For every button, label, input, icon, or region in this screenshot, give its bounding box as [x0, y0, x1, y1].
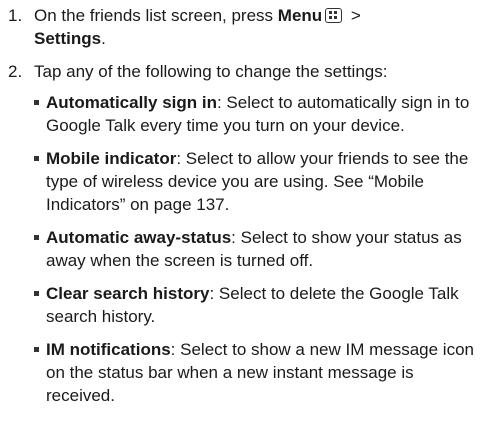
bullet-icon [34, 235, 39, 240]
step-2: 2. Tap any of the following to change th… [8, 60, 477, 407]
settings-label: Settings [34, 29, 102, 48]
step-1-text: On the friends list screen, press Menu >… [34, 6, 361, 48]
setting-label: Mobile indicator [46, 149, 177, 168]
instructions-page: 1. On the friends list screen, press Men… [0, 0, 485, 432]
settings-list: Automatically sign in: Select to automat… [34, 91, 477, 407]
bullet-icon [34, 156, 39, 161]
list-item: Automatic away-status: Select to show yo… [34, 226, 477, 272]
step-number: 1. [8, 6, 23, 25]
step-1-end: . [101, 29, 106, 48]
bullet-icon [34, 291, 39, 296]
step-2-text: Tap any of the following to change the s… [34, 62, 388, 81]
setting-label: Clear search history [46, 284, 210, 303]
list-item: Automatically sign in: Select to automat… [34, 91, 477, 137]
setting-label: Automatic away-status [46, 228, 232, 247]
bullet-icon [34, 100, 39, 105]
setting-label: Automatically sign in [46, 93, 217, 112]
setting-label: IM notifications [46, 340, 171, 359]
list-item: Clear search history: Select to delete t… [34, 282, 477, 328]
list-item: Mobile indicator: Select to allow your f… [34, 147, 477, 216]
list-item: IM notifications: Select to show a new I… [34, 338, 477, 407]
menu-key-icon [325, 8, 343, 23]
step-number: 2. [8, 62, 23, 81]
step-1-arrow: > [346, 6, 361, 25]
bullet-icon [34, 347, 39, 352]
step-1: 1. On the friends list screen, press Men… [8, 4, 477, 50]
menu-label: Menu [277, 6, 323, 25]
step-1-intro: On the friends list screen, press [34, 6, 278, 25]
